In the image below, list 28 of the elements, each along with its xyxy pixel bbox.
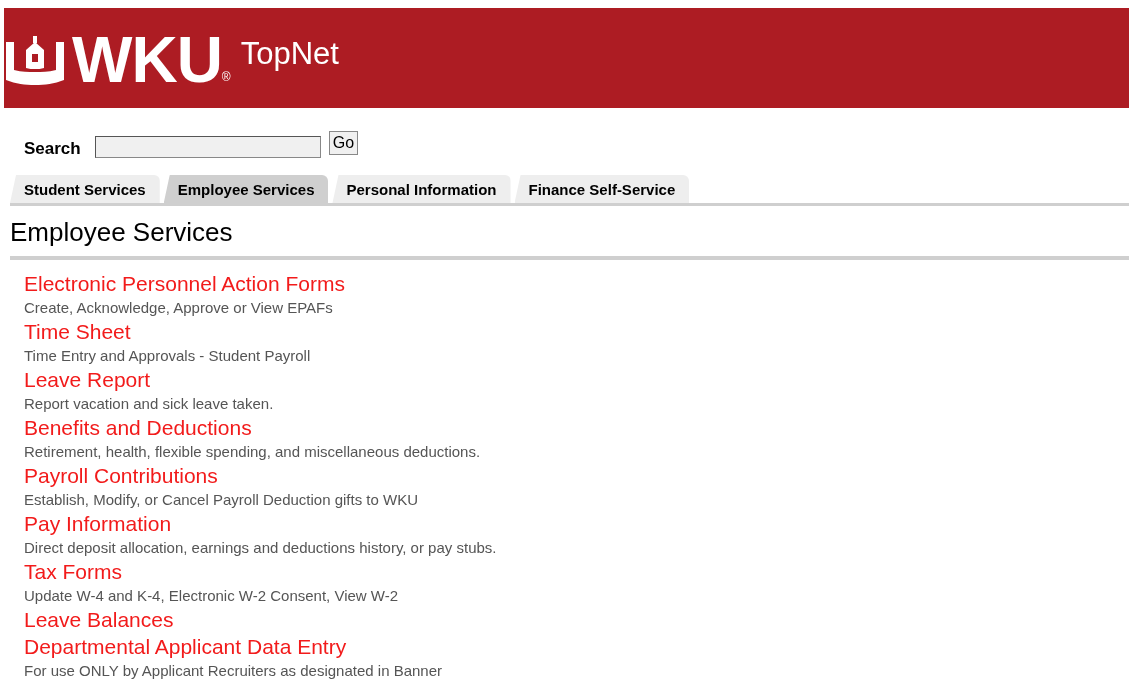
registered-mark: ® (221, 70, 231, 84)
page-title: Employee Services (10, 217, 1129, 260)
go-button[interactable]: Go (328, 131, 359, 155)
menu-link[interactable]: Electronic Personnel Action Forms (24, 270, 1129, 297)
tab[interactable]: Student Services (10, 175, 160, 203)
menu-link[interactable]: Pay Information (24, 510, 1129, 537)
search-label: Search (24, 139, 81, 159)
search-field[interactable] (94, 136, 321, 158)
link-description: For use ONLY by Applicant Recruiters as designated in Banner (24, 661, 443, 681)
app-title: TopNet (240, 36, 339, 72)
link-description: Time Entry and Approvals - Student Payroll (24, 346, 312, 366)
link-description: Retirement, health, flexible spending, and miscellaneous deductions. (24, 442, 482, 462)
link-description: Create, Acknowledge, Approve or View EPAFs (24, 298, 334, 318)
menu-link[interactable]: Leave Balances (24, 606, 1129, 633)
menu-link[interactable]: Departmental Applicant Data Entry (24, 633, 1129, 660)
menu-link[interactable]: Payroll Contributions (24, 462, 1129, 489)
tab[interactable]: Employee Services (163, 175, 329, 203)
menu-link[interactable]: Time Sheet (24, 318, 1129, 345)
menu-link[interactable]: Benefits and Deductions (24, 414, 1129, 441)
logo-wordmark: WKU (72, 30, 222, 90)
menu-link[interactable]: Tax Forms (24, 558, 1129, 585)
link-description: Report vacation and sick leave taken. (24, 394, 275, 414)
link-description: Update W-4 and K-4, Electronic W-2 Consent, View W-2 (24, 586, 400, 606)
menu-link[interactable]: Leave Report (24, 366, 1129, 393)
tab[interactable]: Personal Information (332, 175, 511, 203)
tab[interactable]: Finance Self-Service (514, 175, 690, 203)
link-description: Establish, Modify, or Cancel Payroll Deduction gifts to WKU (24, 490, 420, 510)
link-description: Direct deposit allocation, earnings and deductions history, or pay stubs. (24, 538, 498, 558)
